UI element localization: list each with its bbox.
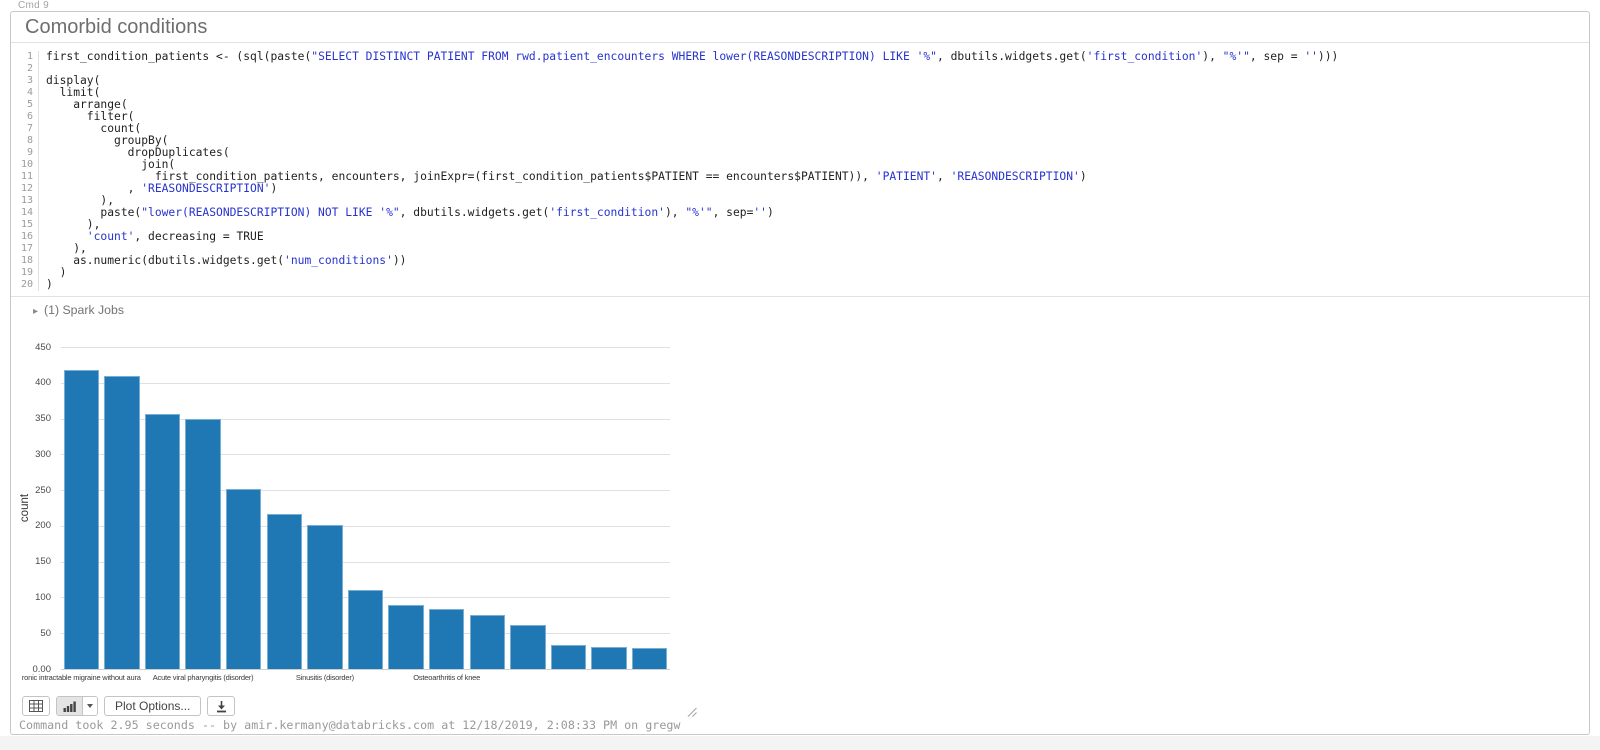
cmd-label: Cmd 9 xyxy=(18,0,49,11)
code-line: 5 arrange( xyxy=(11,99,1589,111)
x-tick-label: Sinusitis (disorder) xyxy=(295,673,354,682)
expand-arrow-icon: ▸ xyxy=(33,306,39,317)
code-line: 12 , 'REASONDESCRIPTION') xyxy=(11,183,1589,195)
code-line: 3 display( xyxy=(11,75,1589,87)
line-number: 17 xyxy=(11,243,39,255)
bar xyxy=(104,376,140,669)
notebook-cell: Cmd 9 Comorbid conditions 1 first_conditi… xyxy=(10,0,1590,735)
y-tick-label: 350 xyxy=(35,413,51,425)
bar xyxy=(388,605,424,669)
bar xyxy=(428,608,465,669)
code-line: 2 xyxy=(11,63,1589,75)
code-line: 1 first_condition_patients <- (sql(paste(… xyxy=(11,51,1589,63)
page-bottom-strip xyxy=(0,736,1600,750)
y-tick-label: 250 xyxy=(35,484,51,496)
code-line-text: first_condition_patients <- (sql(paste("… xyxy=(46,50,1339,63)
line-number: 6 xyxy=(11,111,39,123)
line-number: 18 xyxy=(11,255,39,267)
table-icon xyxy=(29,700,43,712)
display-toolbar: Plot Options... xyxy=(22,696,236,716)
x-tick-label: Acute viral pharyngitis (disorder) xyxy=(152,673,254,682)
line-number: 8 xyxy=(11,135,39,147)
y-tick-label: 450 xyxy=(35,341,51,353)
x-tick-label: ronic intractable migraine without aura xyxy=(21,673,141,682)
bar-chart: count 450 400 350 300 250 200 150 100 50 0.00 roni… xyxy=(11,328,731,688)
code-line: 16 'count', decreasing = TRUE xyxy=(11,231,1589,243)
bar xyxy=(347,590,384,669)
bar xyxy=(631,648,668,669)
y-tick-label: 50 xyxy=(40,627,51,639)
line-number: 15 xyxy=(11,219,39,231)
gridline xyxy=(61,382,670,384)
line-number: 11 xyxy=(11,171,39,183)
table-view-button[interactable] xyxy=(22,696,50,716)
bar xyxy=(469,614,506,669)
cell-title: Comorbid conditions xyxy=(25,16,208,38)
y-tick-label: 150 xyxy=(35,556,51,568)
command-status: Command took 2.95 seconds -- by amir.ker… xyxy=(19,718,681,732)
spark-jobs-toggle[interactable]: ▸ (1) Spark Jobs xyxy=(11,297,1589,319)
code-line-text: paste("lower(REASONDESCRIPTION) NOT LIKE… xyxy=(46,206,774,219)
code-line: 18 as.numeric(dbutils.widgets.get('num_c… xyxy=(11,255,1589,267)
line-number: 13 xyxy=(11,195,39,207)
y-tick-label: 100 xyxy=(35,591,51,603)
bar-chart-icon xyxy=(63,701,76,712)
line-number: 4 xyxy=(11,87,39,99)
y-tick-label: 200 xyxy=(35,520,51,532)
code-line: 4 limit( xyxy=(11,87,1589,99)
code-line-text: ) xyxy=(46,278,53,291)
line-number: 12 xyxy=(11,183,39,195)
bar xyxy=(510,624,546,669)
bar xyxy=(266,513,303,669)
caret-down-icon xyxy=(87,704,93,708)
code-line: 7 count( xyxy=(11,123,1589,135)
line-number: 2 xyxy=(11,63,39,75)
bar xyxy=(591,646,627,669)
download-icon xyxy=(216,700,226,712)
output-resize-handle[interactable] xyxy=(687,704,697,717)
chart-view-button[interactable] xyxy=(57,697,83,715)
bar xyxy=(550,645,587,669)
line-number: 5 xyxy=(11,99,39,111)
cell-output: count 450 400 350 300 250 200 150 100 50 0.00 roni… xyxy=(11,319,1589,734)
chart-view-split-button[interactable] xyxy=(56,696,98,716)
line-number: 3 xyxy=(11,75,39,87)
bar xyxy=(144,413,181,669)
bar xyxy=(225,488,262,669)
line-number: 9 xyxy=(11,147,39,159)
bar xyxy=(63,369,100,669)
line-number: 10 xyxy=(11,159,39,171)
download-button[interactable] xyxy=(207,696,236,716)
code-line: 19 ) xyxy=(11,267,1589,279)
code-line: 6 filter( xyxy=(11,111,1589,123)
code-line: 20) xyxy=(11,279,1589,291)
code-line-text: as.numeric(dbutils.widgets.get('num_cond… xyxy=(46,254,407,267)
chart-type-dropdown-button[interactable] xyxy=(83,697,97,715)
spark-jobs-label: (1) Spark Jobs xyxy=(44,303,124,317)
markdown-result: Comorbid conditions xyxy=(11,12,1589,43)
code-editor[interactable]: 1 first_condition_patients <- (sql(paste(… xyxy=(11,43,1589,297)
y-tick-label: 300 xyxy=(35,448,51,460)
line-number: 7 xyxy=(11,123,39,135)
plot-options-button[interactable]: Plot Options... xyxy=(104,696,202,716)
y-tick-label: 400 xyxy=(35,377,51,389)
code-line: 8 groupBy( xyxy=(11,135,1589,147)
line-number: 16 xyxy=(11,231,39,243)
line-number: 19 xyxy=(11,267,39,279)
gridline xyxy=(61,347,670,348)
bar xyxy=(185,418,221,669)
code-line: 14 paste("lower(REASONDESCRIPTION) NOT L… xyxy=(11,207,1589,219)
line-number: 14 xyxy=(11,207,39,219)
code-line: 9 dropDuplicates( xyxy=(11,147,1589,159)
line-number: 20 xyxy=(11,279,39,291)
line-number: 1 xyxy=(11,51,39,63)
plot-area: count 450 400 350 300 250 200 150 100 50 0.00 roni… xyxy=(19,342,670,682)
x-tick-label: Osteoarthritis of knee xyxy=(413,673,481,682)
resize-grip-icon xyxy=(687,707,697,717)
bar xyxy=(307,525,343,669)
